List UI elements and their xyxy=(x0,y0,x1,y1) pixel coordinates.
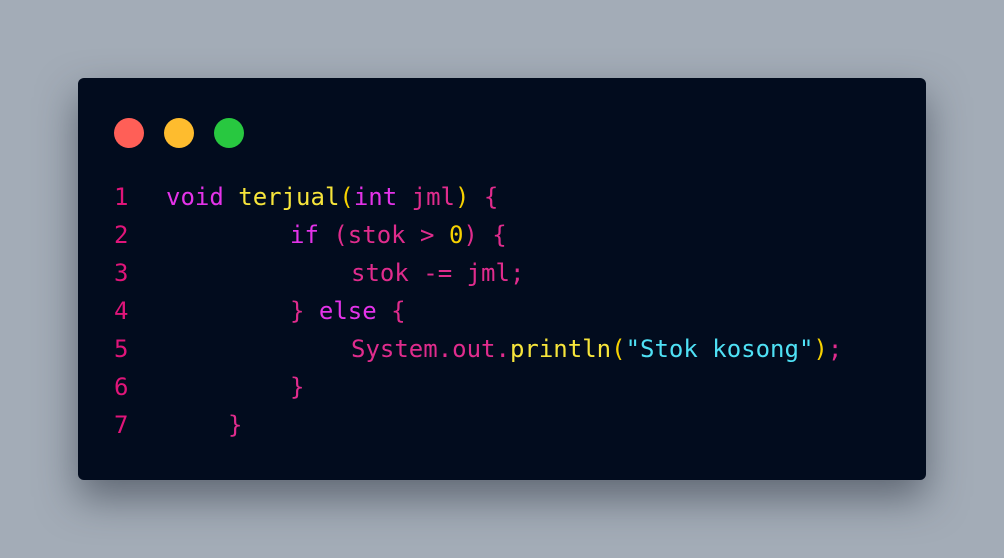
token-string: "Stok kosong" xyxy=(625,335,814,363)
token-variable: System.out. xyxy=(351,335,510,363)
token-keyword: if xyxy=(290,221,334,249)
token-paren: ( xyxy=(339,183,354,211)
token-brace: { xyxy=(376,297,406,325)
code-line: 3 stok -= jml; xyxy=(78,254,926,292)
line-content: } else { xyxy=(166,292,406,330)
token-brace: } xyxy=(228,411,243,439)
line-content: } xyxy=(166,406,242,444)
code-window: 1 void terjual(int jml) {2 if (stok > 0) {… xyxy=(78,78,926,480)
token-keyword: int xyxy=(353,183,412,211)
code-line: 7} xyxy=(78,406,926,444)
code-block: 1 void terjual(int jml) {2 if (stok > 0) {… xyxy=(78,178,926,444)
line-content: } xyxy=(166,368,304,406)
line-content: if (stok > 0) { xyxy=(166,216,507,254)
screenshot-background: 1 void terjual(int jml) {2 if (stok > 0) {… xyxy=(0,0,1004,558)
close-dot[interactable] xyxy=(114,118,144,148)
token-function: terjual xyxy=(238,183,340,211)
code-line: 4} else { xyxy=(78,292,926,330)
token-brace: } xyxy=(290,373,305,401)
line-number: 1 xyxy=(114,183,129,211)
token-function: println xyxy=(509,335,612,363)
line-number: 6 xyxy=(114,373,129,401)
token-variable: jml xyxy=(411,183,456,211)
minimize-dot[interactable] xyxy=(164,118,194,148)
code-line: 1 void terjual(int jml) { xyxy=(78,178,926,216)
token-paren: ) xyxy=(813,335,828,363)
line-content: System.out.println("Stok kosong"); xyxy=(166,330,842,368)
line-content: void terjual(int jml) { xyxy=(166,178,498,216)
line-number: 4 xyxy=(114,297,129,325)
token-variable: ; xyxy=(827,335,843,363)
token-paren: ( xyxy=(611,335,626,363)
token-brace: { xyxy=(469,183,499,211)
maximize-dot[interactable] xyxy=(214,118,244,148)
line-number: 7 xyxy=(114,411,129,439)
line-number: 2 xyxy=(114,221,129,249)
code-line: 6} xyxy=(78,368,926,406)
token-keyword: else xyxy=(318,297,377,325)
token-brace: } xyxy=(290,297,319,325)
code-line: 2 if (stok > 0) { xyxy=(78,216,926,254)
line-number: 5 xyxy=(114,335,129,363)
code-line: 5 System.out.println("Stok kosong"); xyxy=(78,330,926,368)
token-variable: ) { xyxy=(463,221,507,249)
token-number: 0 xyxy=(448,221,464,249)
line-content: stok -= jml; xyxy=(166,254,524,292)
token-paren: ) xyxy=(455,183,470,211)
token-variable: (stok > xyxy=(333,221,449,249)
token-keyword: void xyxy=(166,183,239,211)
line-number: 3 xyxy=(114,259,129,287)
token-variable: stok -= jml; xyxy=(351,259,525,287)
